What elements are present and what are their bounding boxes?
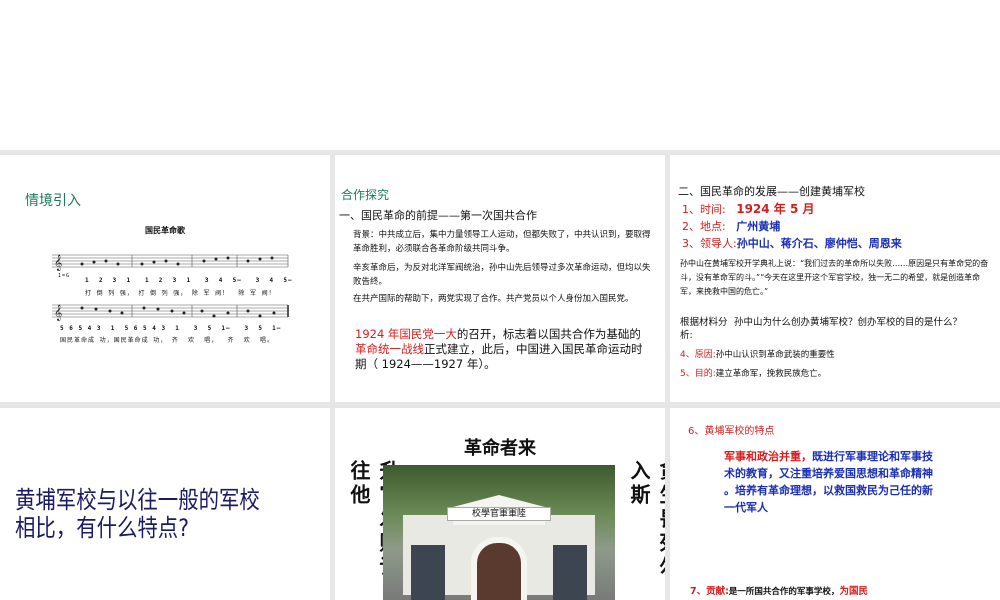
slide-heading: 情境引入 — [25, 193, 81, 209]
reason-row: 4、原因:孙中山认识到革命武装的重要性 — [680, 347, 835, 362]
slide-title: 6、黄埔军校的特点 — [688, 426, 775, 437]
slide-sorter-grid: 情境引入 国民革命歌 𝄞 𝄞 1=G 1 2 3 1 1 2 3 1 3 4 5… — [0, 150, 1000, 600]
contribution-highlight: 为国民 — [839, 586, 868, 597]
gate-sign: 校學官軍軍陸 — [447, 507, 551, 521]
lyrics-line-2: 国民革命成 功，国民革命成 功， 齐 欢 唱， 齐 欢 唱。 — [60, 337, 274, 344]
time-value: 1924 年 5 月 — [736, 202, 815, 216]
goal-row: 5、目的:建立革命军，挽救民族危亡。 — [680, 366, 826, 381]
blank-area — [0, 0, 1000, 150]
slide-6-thumbnail[interactable]: 6、黄埔军校的特点 军事和政治并重，既进行军事理论和军事技术的教育，又注重培养爱… — [670, 408, 1000, 600]
slide-2-thumbnail[interactable]: 合作探究 一、国民革命的前提——第一次国共合作 背景：中共成立后，集中力量领导工… — [335, 155, 665, 402]
feature-highlight: 军事和政治并重， — [724, 450, 812, 463]
analysis-label: 根据材料分析: — [680, 317, 728, 341]
analysis-question: 孙中山为什么创办黄埔军校？创办军校的目的是什么？ — [734, 317, 963, 328]
leader-value: 孙中山、蒋介石、廖仲恺、周恩来 — [736, 237, 902, 250]
leader-label: 3、领导人: — [682, 237, 737, 250]
leader-row: 3、领导人:孙中山、蒋介石、廖仲恺、周恩来 — [682, 236, 902, 252]
contribution-row: 7、贡献:是一所国共合作的军事学校，为国民 — [690, 583, 868, 599]
paragraph-conclusion: 1924 年国民党一大的召开，标志着以国共合作为基础的革命统一战线正式建立，此后… — [355, 327, 647, 372]
treble-clef-icon: 𝄞 — [54, 305, 62, 321]
place-label: 2、地点: — [682, 220, 726, 233]
paragraph-comintern: 在共产国际的帮助下，两党实现了合作。共产党员以个人身份加入国民党。 — [353, 294, 634, 304]
place-value: 广州黄埔 — [736, 220, 781, 233]
key-signature: 1=G — [58, 273, 71, 279]
contribution-text: 是一所国共合作的军事学校， — [728, 587, 840, 597]
highlight-1924: 1924 年国民党一大 — [355, 327, 457, 341]
paragraph-background: 背景：中共成立后，集中力量领导工人运动，但都失败了，中共认识到，要取得革命胜利，… — [353, 230, 651, 254]
song-title: 国民革命歌 — [145, 225, 185, 235]
jianpu-line-1: 1 2 3 1 1 2 3 1 3 4 5— 3 4 5— — [85, 277, 293, 284]
treble-clef-icon: 𝄞 — [54, 255, 62, 271]
lyrics-line-1: 打 倒 列 强， 打 倒 列 强， 除 军 阀！ 除 军 阀！ — [85, 290, 276, 297]
paragraph-xinhai: 辛亥革命后，为反对北洋军阀统治，孙中山先后领导过多次革命运动，但均以失败告终。 — [353, 263, 651, 287]
place-row: 2、地点: 广州黄埔 — [682, 219, 780, 235]
goal-value: 建立革命军，挽救民族危亡。 — [715, 369, 827, 379]
slide-subtitle: 一、国民革命的前提——第一次国共合作 — [339, 209, 537, 222]
slide-5-thumbnail[interactable]: 革命者来 升官发财请往他 贪生畏死勿入斯 校學官軍軍陸 — [335, 408, 665, 600]
jianpu-line-2: 5 6 5 4 3 1 5 6 5 4 3 1 3 5 1— 3 5 1— — [60, 325, 282, 332]
slide-3-thumbnail[interactable]: 二、国民革命的发展——创建黄埔军校 1、时间: 1924 年 5 月 2、地点:… — [670, 155, 1000, 402]
reason-label: 4、原因: — [680, 350, 716, 360]
slide-title: 二、国民革命的发展——创建黄埔军校 — [678, 185, 865, 198]
sun-yatsen-quote: 孙中山在黄埔军校开学典礼上说：“我们过去的革命所以失败……原因是只有革命党的奋斗… — [680, 259, 989, 296]
features-text: 军事和政治并重，既进行军事理论和军事技术的教育，又注重培养爱国思想和革命精神 。… — [724, 448, 936, 516]
question-text: 黄埔军校与以往一般的军校相比，有什么特点? — [15, 486, 260, 542]
time-row: 1、时间: 1924 年 5 月 — [682, 201, 815, 218]
couplet-right: 贪生畏死勿入斯 — [627, 460, 665, 580]
couplet-top: 革命者来 — [464, 438, 536, 459]
slide-heading: 合作探究 — [341, 188, 390, 202]
goal-label: 5、目的: — [680, 369, 716, 379]
reason-value: 孙中山认识到革命武装的重要性 — [715, 350, 835, 360]
slide-4-thumbnail[interactable]: 黄埔军校与以往一般的军校相比，有什么特点? — [0, 408, 330, 600]
slide-1-thumbnail[interactable]: 情境引入 国民革命歌 𝄞 𝄞 1=G 1 2 3 1 1 2 3 1 3 4 5… — [0, 155, 330, 402]
time-label: 1、时间: — [682, 203, 726, 216]
whampoa-gate-photo: 校學官軍軍陸 — [383, 465, 615, 600]
highlight-united-front: 革命统一战线 — [355, 342, 424, 356]
contribution-label: 7、贡献: — [690, 586, 729, 597]
text: 的召开，标志着以国共合作为基础的 — [456, 327, 641, 341]
